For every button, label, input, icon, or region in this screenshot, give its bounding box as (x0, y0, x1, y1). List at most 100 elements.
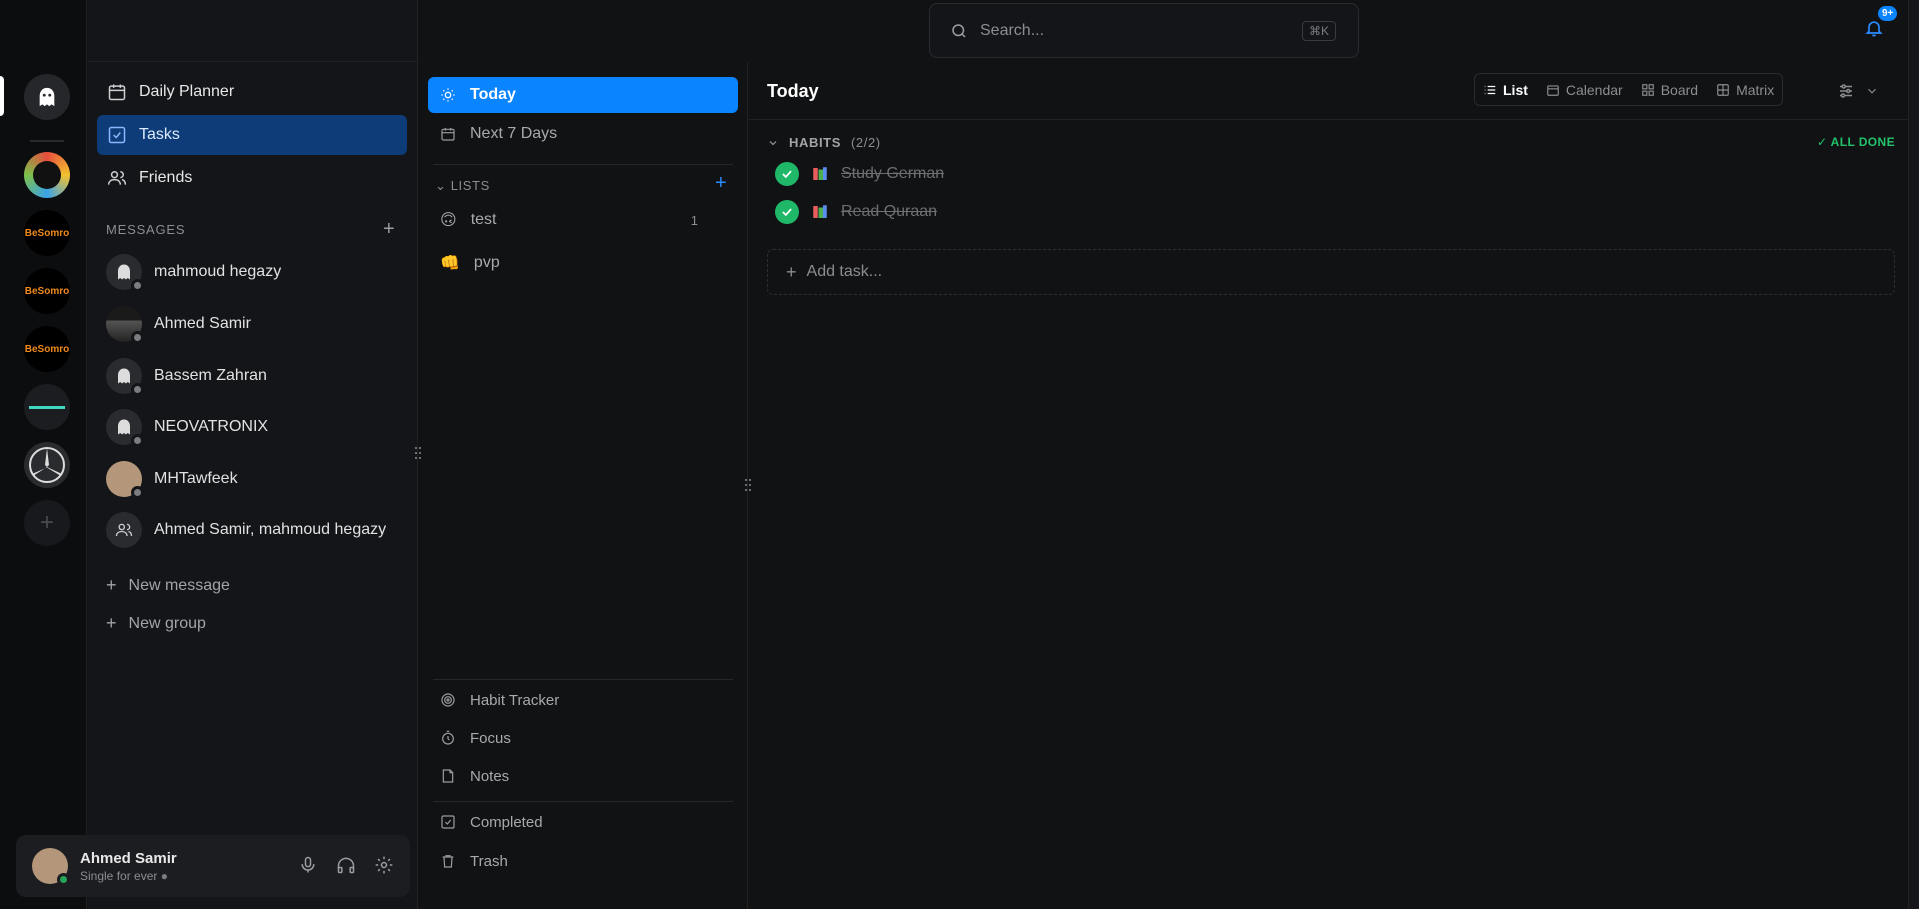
resize-handle[interactable] (414, 446, 422, 460)
dm-name: Bassem Zahran (154, 367, 267, 384)
list-today[interactable]: Today (428, 77, 738, 113)
plus-icon: + (106, 613, 117, 633)
filter-menu[interactable] (1837, 82, 1879, 100)
divider (433, 801, 733, 802)
nav-trash[interactable]: Trash (428, 843, 738, 879)
user-status: Single for ever ● (80, 868, 168, 883)
nav-completed[interactable]: Completed (428, 804, 738, 840)
gear-icon[interactable] (374, 855, 394, 875)
new-message-button[interactable]: + New message (106, 575, 230, 596)
server-neon[interactable] (24, 384, 70, 430)
lists-heading[interactable]: ⌄ LISTS (435, 178, 490, 194)
besomro-logo: BeSomro (24, 227, 70, 239)
nav-friends[interactable]: Friends (97, 158, 407, 198)
status-dot (131, 434, 144, 447)
dm-item[interactable]: Ahmed Samir (106, 304, 406, 344)
calendar-icon (1547, 84, 1559, 96)
dm-item[interactable]: NEOVATRONIX (106, 407, 406, 447)
avatar (106, 358, 144, 396)
ghost-icon (118, 264, 130, 280)
view-matrix[interactable]: Matrix (1716, 82, 1774, 98)
search-input[interactable]: Search... ⌘K (929, 3, 1359, 58)
task-row[interactable]: Read Quraan (775, 200, 937, 224)
plus-icon: + (106, 575, 117, 595)
add-task-input[interactable]: + Add task... (767, 249, 1895, 295)
nav-focus[interactable]: Focus (428, 720, 738, 756)
sun-icon (441, 88, 455, 102)
list-item[interactable]: 👊 pvp (428, 245, 738, 281)
habits-section-header[interactable]: HABITS (2/2) (767, 135, 881, 150)
messages-heading: MESSAGES (106, 222, 186, 237)
habits-count: (2/2) (851, 135, 881, 150)
status-dot (131, 486, 144, 499)
bell-icon[interactable] (1864, 18, 1884, 38)
notification-badge: 9+ (1878, 6, 1898, 21)
group-dm-item[interactable]: Ahmed Samir, mahmoud hegazy (106, 510, 406, 550)
avatar (106, 461, 144, 499)
headphones-icon[interactable] (336, 855, 356, 875)
add-list-button[interactable]: + (715, 172, 727, 195)
ghost-icon (118, 419, 130, 435)
neon-logo (29, 405, 65, 409)
dm-item[interactable]: MHTawfeek (106, 459, 406, 499)
server-besomro-2[interactable]: BeSomro (24, 268, 70, 314)
nav-label: Notes (470, 767, 510, 785)
server-ghost[interactable] (24, 74, 70, 120)
window-scrollbar[interactable] (1908, 0, 1919, 909)
view-board[interactable]: Board (1641, 82, 1698, 98)
microphone-icon[interactable] (298, 855, 318, 875)
user-name: Ahmed Samir (80, 849, 177, 867)
search-shortcut: ⌘K (1301, 21, 1336, 41)
nav-tasks[interactable]: Tasks (97, 115, 407, 155)
main-content: Today List Calendar Board Matrix HABITS … (749, 62, 1909, 909)
users-icon (115, 523, 133, 537)
list-emoji: 🙃 (440, 212, 457, 229)
chevron-down-icon (1868, 88, 1876, 94)
server-badge[interactable] (24, 152, 70, 198)
divider (433, 164, 733, 165)
all-done-badge: ✓ ALL DONE (1816, 135, 1895, 149)
group-avatar (106, 512, 142, 548)
nav-label: Completed (470, 813, 543, 831)
nav-label: Daily Planner (139, 83, 235, 100)
nav-label: Focus (470, 729, 511, 747)
dm-name: Ahmed Samir (154, 315, 251, 332)
nav-habit-tracker[interactable]: Habit Tracker (428, 682, 738, 718)
list-item[interactable]: 🙃 test 1 (428, 202, 738, 238)
nav-daily-planner[interactable]: Daily Planner (97, 72, 407, 112)
besomro-logo: BeSomro (24, 285, 70, 297)
dm-item[interactable]: Bassem Zahran (106, 356, 406, 396)
dm-name: MHTawfeek (154, 470, 238, 487)
list-label: pvp (473, 254, 500, 271)
sliders-icon (1840, 84, 1852, 98)
add-message-button[interactable]: + (383, 218, 395, 241)
matrix-icon (1717, 83, 1729, 96)
list-next-7-days[interactable]: Next 7 Days (428, 116, 738, 152)
server-mercedes[interactable] (24, 442, 70, 488)
books-icon (813, 205, 827, 218)
user-avatar[interactable] (32, 848, 70, 886)
nav-notes[interactable]: Notes (428, 758, 738, 794)
server-besomro-1[interactable]: BeSomro (24, 210, 70, 256)
status-dot (131, 331, 144, 344)
checkbox-icon (441, 815, 455, 829)
task-checkbox[interactable] (775, 162, 799, 186)
status-dot (131, 279, 144, 292)
trash-icon (442, 855, 454, 868)
view-calendar[interactable]: Calendar (1546, 82, 1623, 98)
users-icon (107, 171, 127, 185)
nav-label: Tasks (139, 126, 180, 143)
list-count: 1 (690, 212, 698, 228)
sidebar: Daily Planner Tasks Friends MESSAGES + m… (88, 0, 418, 909)
rail-separator (30, 140, 64, 142)
task-checkbox[interactable] (775, 200, 799, 224)
nav-label: Habit Tracker (470, 691, 560, 709)
server-besomro-3[interactable]: BeSomro (24, 326, 70, 372)
new-group-button[interactable]: + New group (106, 613, 206, 634)
board-icon (1641, 83, 1654, 96)
task-row[interactable]: Study German (775, 162, 944, 186)
dm-item[interactable]: mahmoud hegazy (106, 252, 406, 292)
view-list[interactable]: List (1483, 82, 1528, 98)
add-server-button[interactable]: + (24, 500, 70, 546)
habits-label: HABITS (789, 135, 841, 150)
